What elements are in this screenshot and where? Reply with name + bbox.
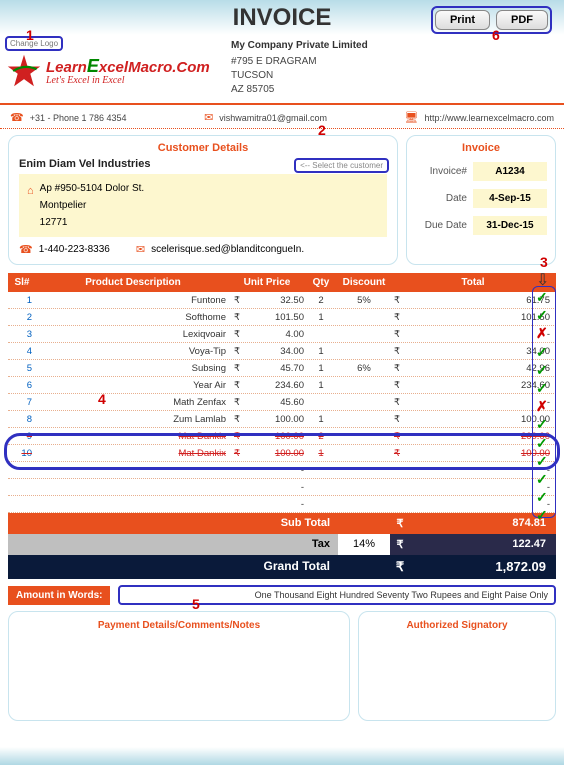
change-logo-button[interactable]: Change Logo	[5, 36, 63, 51]
star-icon	[6, 53, 42, 89]
table-row: --	[8, 479, 556, 496]
customer-title: Customer Details	[19, 142, 387, 154]
invoice-num-label: Invoice#	[415, 166, 473, 177]
table-row: --	[8, 462, 556, 479]
phone-text: +31 - Phone 1 786 4354	[30, 113, 127, 123]
table-row: 4Voya-Tip₹34.001₹34.00	[8, 343, 556, 360]
table-row: 1Funtone₹32.5025%₹61.75	[8, 292, 556, 309]
email-icon: ✉	[204, 111, 213, 124]
customer-phone: 1-440-223-8336	[39, 244, 110, 255]
web-text: http://www.learnexcelmacro.com	[424, 113, 554, 123]
check-icon: ✓	[536, 344, 548, 361]
table-row: 8Zum Lamlab₹100.001₹100.00	[8, 411, 556, 428]
table-row: 7Math Zenfax₹45.60₹-	[8, 394, 556, 411]
cross-icon: ✗	[536, 325, 548, 342]
divider	[0, 103, 564, 105]
phone-icon: ☎	[19, 243, 33, 256]
invoice-panel-title: Invoice	[415, 142, 547, 154]
annotation-6: 6	[492, 27, 500, 43]
logo-text-1: LearnExcelMacro.Com	[46, 56, 210, 77]
invoice-panel: Invoice Invoice#A1234 Date4-Sep-15 Due D…	[406, 135, 556, 265]
contact-bar: ☎ +31 - Phone 1 786 4354 ✉ vishwamitra01…	[0, 111, 564, 129]
table-row: --	[8, 496, 556, 513]
invoice-due: 31-Dec-15	[473, 216, 547, 235]
signatory-panel: Authorized Signatory	[358, 611, 556, 721]
check-icon: ✓	[536, 380, 548, 397]
web-icon: 🖥	[405, 111, 419, 124]
table-row: 5Subsing₹45.7016%₹42.96	[8, 360, 556, 377]
table-header: Sl# Product Description Unit Price Qty D…	[8, 273, 556, 292]
amount-words-label: Amount in Words:	[8, 586, 110, 605]
check-icon: ✓	[536, 307, 548, 324]
table-row: 9Mat Dankix₹100.002₹200.00	[8, 428, 556, 445]
arrow-down-icon: ⇩	[536, 270, 549, 290]
tax-row: Tax14% ₹122.47	[8, 534, 556, 555]
table-row: 2Softhome₹101.501₹101.50	[8, 309, 556, 326]
bottom-gradient	[0, 747, 564, 765]
annotation-2: 2	[318, 122, 326, 138]
payment-panel: Payment Details/Comments/Notes	[8, 611, 350, 721]
email-icon: ✉	[136, 243, 145, 256]
phone-icon: ☎	[10, 111, 24, 124]
table-row: 3Lexiqvoair₹4.00₹-	[8, 326, 556, 343]
pdf-button[interactable]: PDF	[496, 10, 548, 30]
customer-panel: Customer Details <-- Select the customer…	[8, 135, 398, 265]
annotation-1: 1	[26, 27, 34, 43]
check-icon: ✓	[536, 289, 548, 306]
subtotal-row: Sub Total ₹874.81	[8, 513, 556, 534]
print-button[interactable]: Print	[435, 10, 490, 30]
check-icon: ✓	[536, 416, 548, 433]
table-row: 10Mat Dankix₹100.001₹100.00	[8, 445, 556, 462]
customer-address: Ap #950-5104 Dolor St. Montpelier 12771	[40, 180, 145, 231]
check-icon: ✓	[536, 471, 548, 488]
grandtotal-row: Grand Total ₹1,872.09	[8, 555, 556, 579]
invoice-num: A1234	[473, 162, 547, 181]
select-customer-button[interactable]: <-- Select the customer	[294, 158, 389, 173]
check-icon: ✓	[536, 362, 548, 379]
logo: LearnExcelMacro.Com Let's Excel in Excel	[6, 53, 231, 89]
invoice-due-label: Due Date	[415, 220, 473, 231]
company-info: My Company Private Limited #795 E DRAGRA…	[231, 39, 368, 97]
table-body: 1Funtone₹32.5025%₹61.752Softhome₹101.501…	[8, 292, 556, 513]
annotation-4: 4	[98, 391, 106, 407]
annotation-3: 3	[540, 254, 548, 270]
cross-icon: ✗	[536, 398, 548, 415]
invoice-date-label: Date	[415, 193, 473, 204]
check-icon: ✓	[536, 453, 548, 470]
check-icon: ✓	[536, 489, 548, 506]
check-icon: ✓	[536, 435, 548, 452]
company-name: My Company Private Limited	[231, 39, 368, 53]
invoice-title: INVOICE	[233, 4, 332, 32]
check-column: ✓✓✗✓✓✓✗✓✓✓✓✓✓	[536, 289, 548, 525]
amount-words: One Thousand Eight Hundred Seventy Two R…	[118, 585, 556, 605]
check-icon: ✓	[536, 507, 548, 524]
annotation-5: 5	[192, 596, 200, 612]
home-icon: ⌂	[27, 182, 34, 231]
customer-email: scelerisque.sed@blanditcongueIn.	[151, 244, 304, 255]
table-row: 6Year Air₹234.601₹234.60	[8, 377, 556, 394]
invoice-date: 4-Sep-15	[473, 189, 547, 208]
email-text: vishwamitra01@gmail.com	[219, 113, 327, 123]
